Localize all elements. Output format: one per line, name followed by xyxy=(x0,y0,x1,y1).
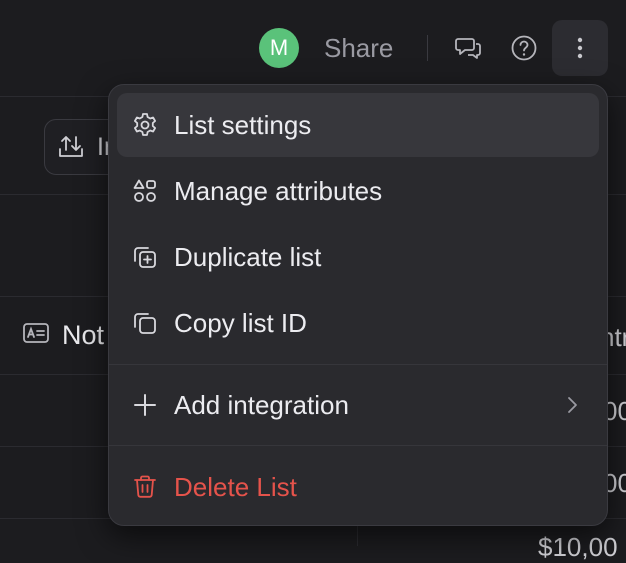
import-icon xyxy=(57,133,85,166)
top-bar: M Share xyxy=(0,0,626,97)
attributes-icon xyxy=(132,178,158,204)
avatar[interactable]: M xyxy=(259,28,299,68)
list-options-menu: List settings Manage attributes Duplicat… xyxy=(108,84,608,526)
copy-icon xyxy=(132,310,158,336)
share-button[interactable]: Share xyxy=(324,33,393,64)
more-vertical-icon[interactable] xyxy=(552,20,608,76)
notes-column-header[interactable]: Not xyxy=(22,320,104,351)
menu-item-label: Delete List xyxy=(174,472,297,502)
menu-item-manage-attributes[interactable]: Manage attributes xyxy=(117,159,599,223)
menu-divider xyxy=(109,445,607,446)
menu-item-add-integration[interactable]: Add integration xyxy=(117,373,599,437)
menu-item-label: Copy list ID xyxy=(174,308,307,338)
help-icon[interactable] xyxy=(508,32,540,64)
gear-icon xyxy=(132,112,158,138)
menu-item-copy-list-id[interactable]: Copy list ID xyxy=(117,291,599,355)
notes-header-label: Not xyxy=(62,320,105,350)
text-field-icon xyxy=(22,321,50,350)
table-cell: $10,00 xyxy=(538,532,618,562)
menu-item-label: Manage attributes xyxy=(174,176,383,206)
menu-item-duplicate-list[interactable]: Duplicate list xyxy=(117,225,599,289)
menu-item-label: List settings xyxy=(174,110,312,140)
menu-item-label: Duplicate list xyxy=(174,242,322,272)
duplicate-icon xyxy=(132,244,158,270)
divider xyxy=(427,35,428,61)
menu-item-delete-list[interactable]: Delete List xyxy=(117,455,599,519)
chat-icon[interactable] xyxy=(452,32,484,64)
plus-icon xyxy=(132,392,158,418)
menu-divider xyxy=(109,364,607,365)
chevron-right-icon xyxy=(565,393,579,422)
menu-item-label: Add integration xyxy=(174,390,349,420)
menu-item-list-settings[interactable]: List settings xyxy=(117,93,599,157)
trash-icon xyxy=(132,474,158,500)
